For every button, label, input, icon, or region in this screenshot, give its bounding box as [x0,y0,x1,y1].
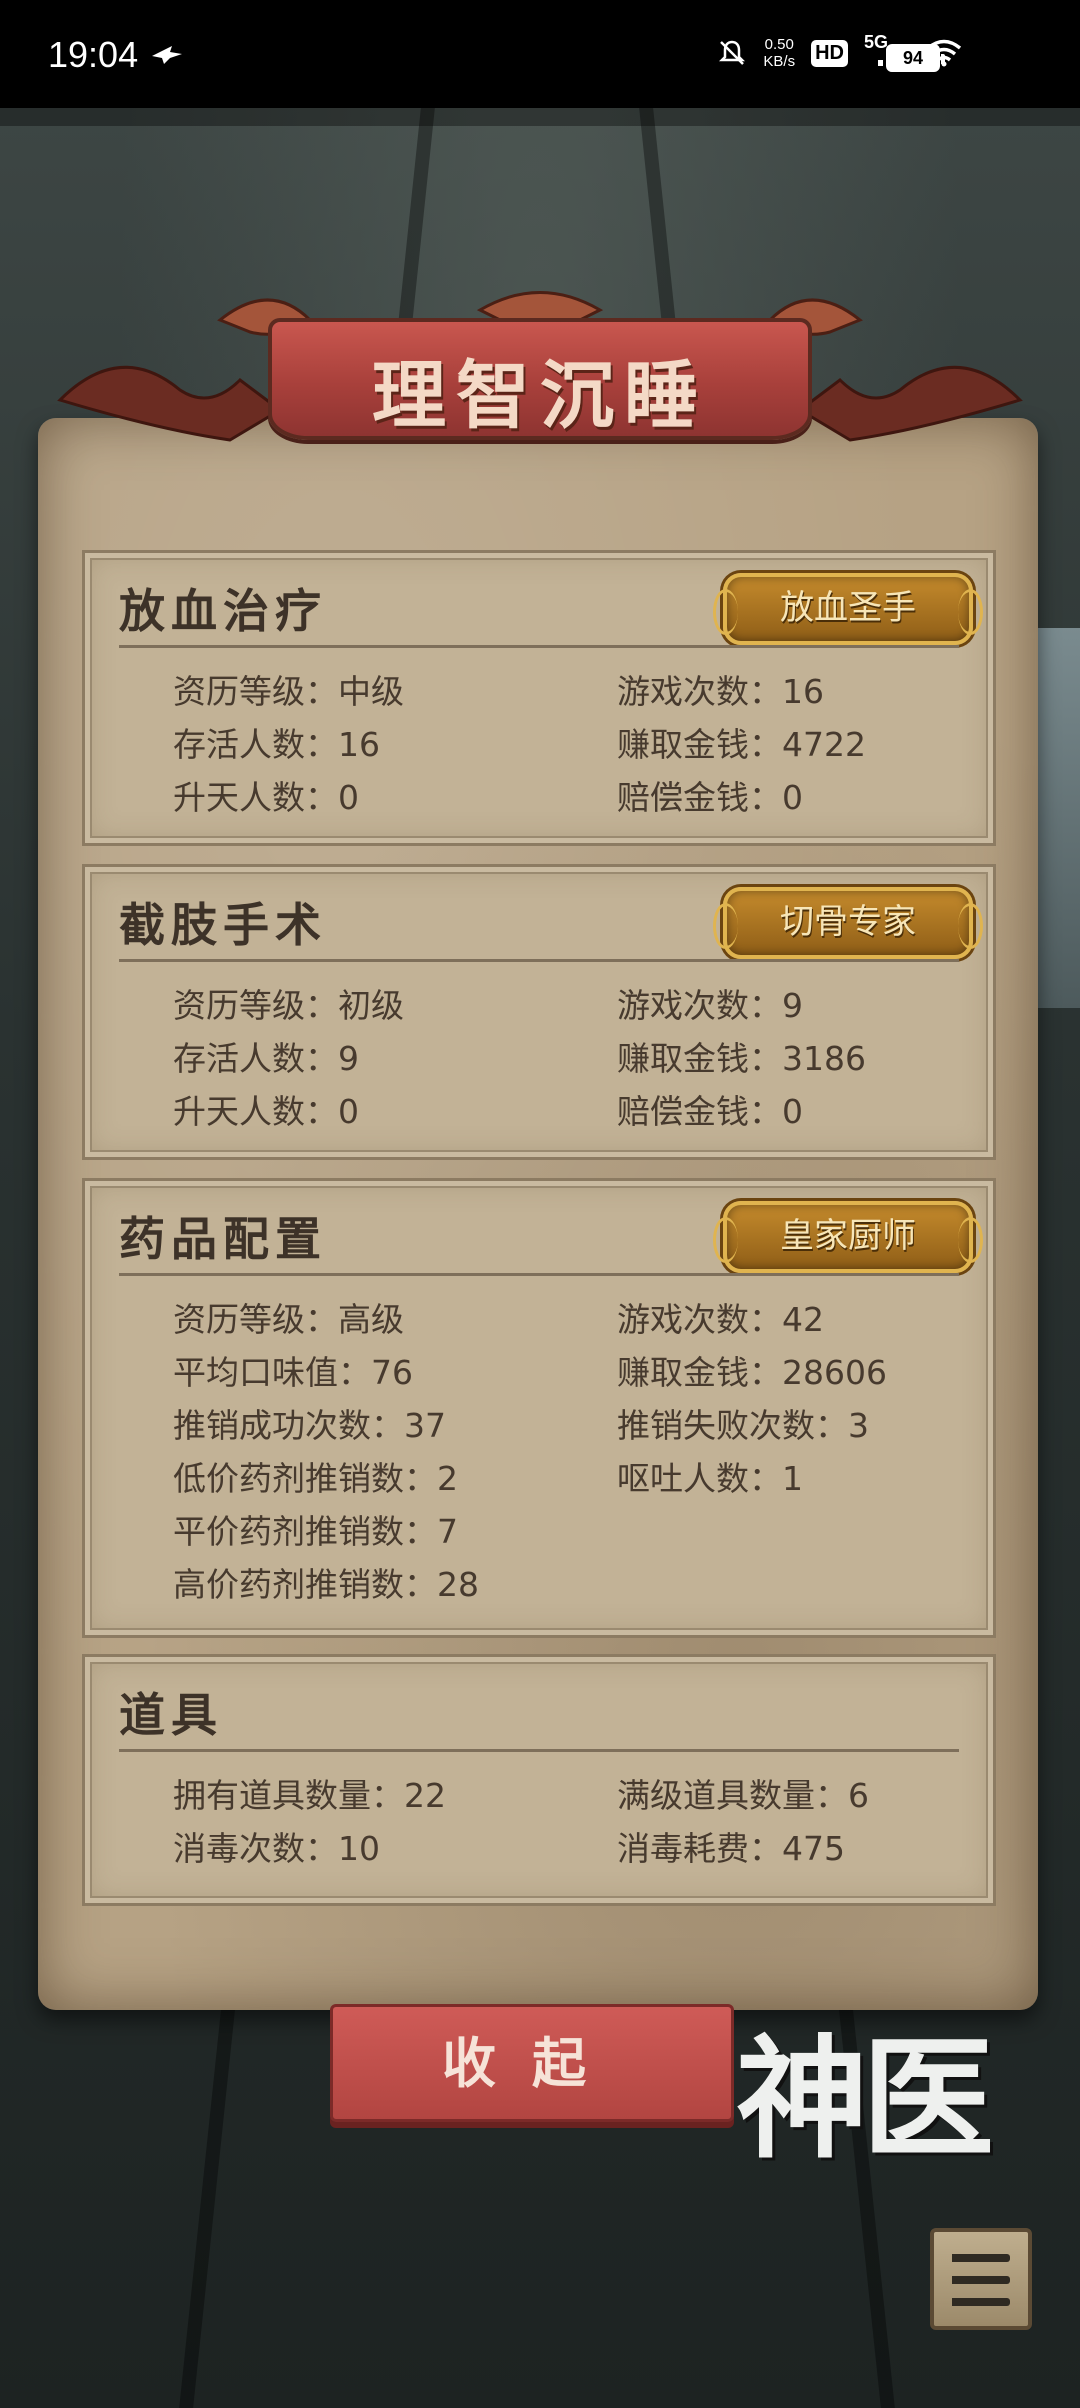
stat-item: 消毒次数：10 [173,1829,380,1868]
menu-list-icon [952,2276,1010,2284]
stat-item: 资历等级：初级 [173,986,404,1025]
bird-icon [152,46,182,64]
network-speed: 0.50 KB/s [763,36,795,70]
stat-item: 升天人数：0 [173,1092,359,1131]
game-logo: 神医 [736,2022,994,2177]
status-bar: 19:04 0.50 KB/s HD 5G 94 [0,0,1080,108]
stat-item: 存活人数：16 [173,725,380,764]
section-amputation: 截肢手术 切骨专家 资历等级：初级 存活人数：9 升天人数：0 游戏次数：9 赚… [82,864,996,1160]
section-divider [119,645,959,648]
stat-item: 推销失败次数：3 [617,1406,869,1445]
stat-item: 消毒耗费：475 [617,1829,845,1868]
stat-item: 赔偿金钱：0 [617,1092,803,1131]
stat-item: 资历等级：高级 [173,1300,404,1339]
stat-item: 平价药剂推销数：7 [173,1512,458,1551]
hd-badge: HD [811,39,848,67]
stat-item: 赔偿金钱：0 [617,778,803,817]
stat-item: 资历等级：中级 [173,672,404,711]
menu-list-icon [952,2254,1010,2262]
stat-item: 游戏次数：9 [617,986,803,1025]
achievement-badge[interactable]: 切骨专家 [713,887,983,959]
stat-item: 游戏次数：42 [617,1300,824,1339]
mute-bell-icon [719,40,746,65]
stat-item: 游戏次数：16 [617,672,824,711]
section-divider [119,959,959,962]
beam-decoration [0,108,1080,126]
collapse-button[interactable]: 收起 [330,2004,734,2122]
achievement-badge[interactable]: 皇家厨师 [713,1201,983,1273]
section-title: 药品配置 [119,1212,327,1266]
stat-item: 赚取金钱：4722 [617,725,866,764]
section-title: 截肢手术 [119,898,327,952]
page-title: 理智沉睡 [372,353,708,439]
stat-item: 低价药剂推销数：2 [173,1459,458,1498]
menu-list-icon [952,2298,1010,2306]
title-banner: 理智沉睡 [268,318,812,440]
status-time: 19:04 [48,34,139,75]
stat-item: 赚取金钱：28606 [617,1353,887,1392]
section-items: 道具 拥有道具数量：22 消毒次数：10 满级道具数量：6 消毒耗费：475 [82,1654,996,1906]
stat-item: 升天人数：0 [173,778,359,817]
stat-item: 高价药剂推销数：28 [173,1565,479,1604]
stat-item: 赚取金钱：3186 [617,1039,866,1078]
section-divider [119,1749,959,1752]
section-bloodletting: 放血治疗 放血圣手 资历等级：中级 存活人数：16 升天人数：0 游戏次数：16… [82,550,996,846]
section-title: 放血治疗 [119,584,327,638]
stat-item: 满级道具数量：6 [617,1776,869,1815]
battery-indicator: 94 [886,44,945,72]
network-speed-value: 0.50 [764,36,794,53]
stat-item: 拥有道具数量：22 [173,1776,446,1815]
section-title: 道具 [119,1688,223,1742]
section-medicine: 药品配置 皇家厨师 资历等级：高级 平均口味值：76 推销成功次数：37 低价药… [82,1178,996,1638]
achievement-badge[interactable]: 放血圣手 [713,573,983,645]
network-speed-unit: KB/s [763,53,796,70]
stat-item: 推销成功次数：37 [173,1406,446,1445]
stat-item: 存活人数：9 [173,1039,359,1078]
stat-item: 呕吐人数：1 [617,1459,803,1498]
menu-button[interactable] [930,2228,1032,2330]
stat-item: 平均口味值：76 [173,1353,413,1392]
section-divider [119,1273,959,1276]
